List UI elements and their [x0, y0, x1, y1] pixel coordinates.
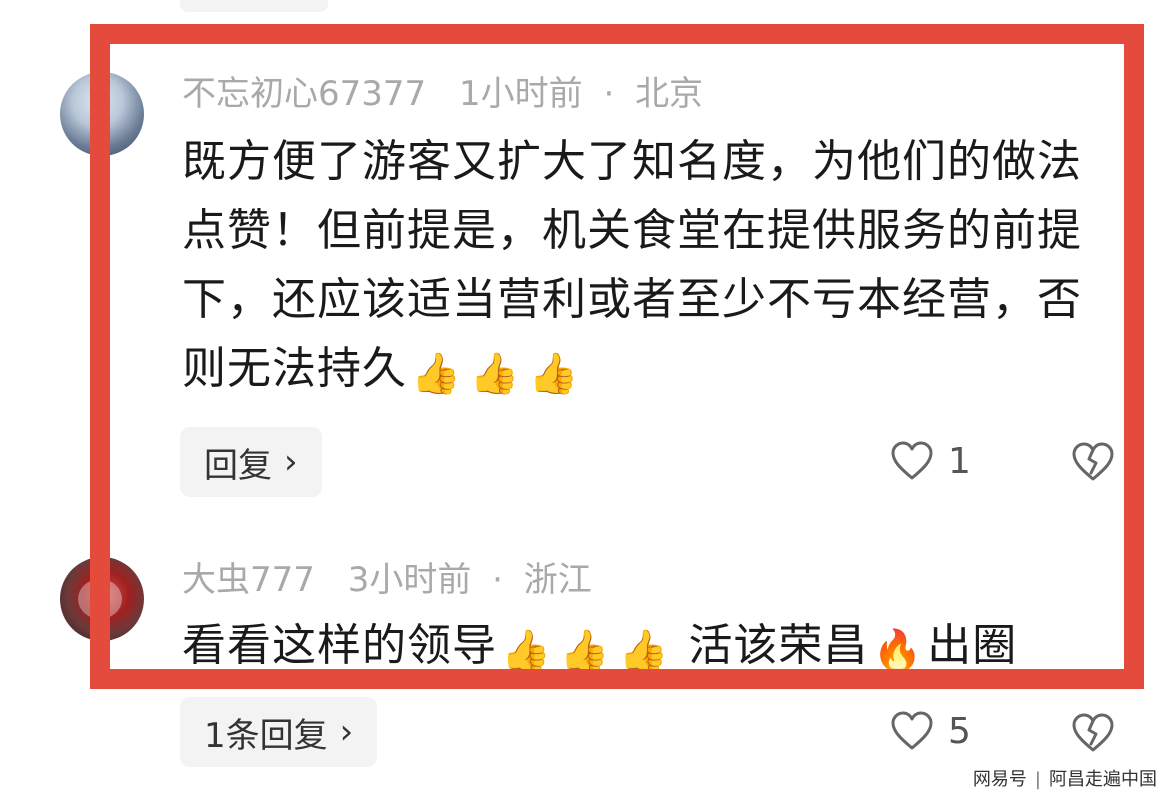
broken-heart-icon[interactable]	[1071, 441, 1115, 483]
comment-body-part: 出圈	[927, 620, 1018, 671]
username[interactable]: 不忘初心67377	[182, 74, 426, 114]
chevron-right-icon: ›	[339, 712, 354, 752]
watermark: 网易号 | 阿昌走遍中国	[972, 769, 1157, 790]
chevron-right-icon: ›	[284, 442, 298, 482]
thumbs-up-icon: 👍	[618, 628, 670, 674]
previous-reply-button[interactable]	[180, 0, 328, 12]
comment-meta: 不忘初心67377 1小时前 · 北京	[182, 72, 725, 116]
location: 浙江	[523, 560, 592, 600]
thumbs-up-icon: 👍	[528, 351, 580, 397]
avatar[interactable]	[60, 557, 144, 641]
thumbs-up-icon: 👍	[411, 351, 462, 397]
comment-text: 看看这样的领导 👍 👍 👍 活该荣昌 🔥出圈	[182, 611, 1122, 680]
comment-body-part: 活该荣昌	[688, 620, 869, 671]
location: 北京	[635, 74, 704, 114]
like-count: 1	[948, 440, 971, 482]
comment-body-part: 看看这样的领导	[182, 620, 497, 671]
comment-body: 既方便了游客又扩大了知名度，为他们的做法点赞！但前提是，机关食堂在提供服务的前提…	[182, 136, 1082, 394]
watermark-brand: 网易号	[972, 769, 1027, 790]
timestamp: 3小时前	[347, 560, 472, 600]
fire-icon: 🔥	[872, 628, 924, 674]
comment-list: 不忘初心67377 1小时前 · 北京 既方便了游客又扩大了知名度，为他们的做法…	[0, 0, 1167, 801]
view-replies-button[interactable]: 1条回复 ›	[180, 697, 378, 767]
reply-label: 回复	[204, 445, 272, 486]
reply-button[interactable]: 回复 ›	[180, 427, 322, 497]
broken-heart-icon[interactable]	[1071, 712, 1115, 754]
meta-separator: ·	[492, 560, 503, 600]
comment-text: 既方便了游客又扩大了知名度，为他们的做法点赞！但前提是，机关食堂在提供服务的前提…	[182, 127, 1122, 403]
like-button[interactable]: 1	[890, 440, 971, 482]
heart-icon	[891, 441, 933, 480]
like-button[interactable]: 5	[890, 710, 971, 752]
heart-icon	[891, 711, 933, 750]
like-count: 5	[948, 710, 971, 752]
timestamp: 1小时前	[458, 74, 583, 114]
thumbs-up-icon: 👍	[559, 628, 611, 674]
thumbs-up-icon: 👍	[501, 628, 552, 674]
comment-meta: 大虫777 3小时前 · 浙江	[182, 558, 614, 602]
avatar[interactable]	[60, 72, 144, 156]
username[interactable]: 大虫777	[182, 560, 315, 600]
watermark-author: 阿昌走遍中国	[1049, 769, 1157, 790]
meta-separator: ·	[603, 74, 615, 114]
thumbs-up-icon: 👍	[469, 351, 521, 397]
reply-label: 1条回复	[204, 715, 328, 756]
